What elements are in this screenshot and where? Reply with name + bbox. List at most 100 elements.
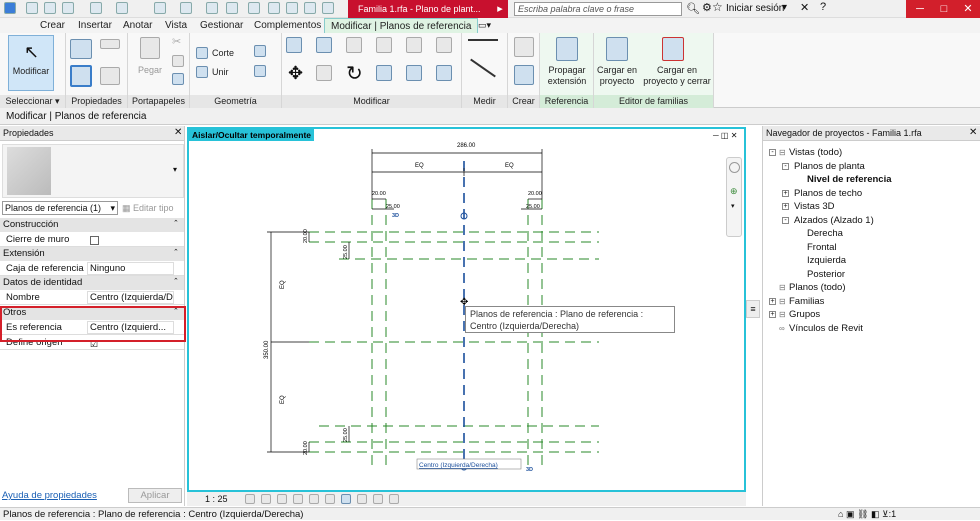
thin-lines-icon[interactable] bbox=[268, 2, 280, 14]
tab-anotar[interactable]: Anotar bbox=[123, 18, 152, 33]
type-preview[interactable]: ▾ bbox=[2, 144, 184, 198]
tab-modificar-planos[interactable]: Modificar | Planos de referencia bbox=[324, 18, 479, 33]
tree-item[interactable]: Grupos bbox=[789, 308, 820, 321]
exchange-icon[interactable]: ✕ bbox=[800, 1, 809, 14]
cut-geometry-icon[interactable] bbox=[196, 47, 208, 59]
split-icon[interactable] bbox=[406, 37, 422, 53]
detail-level-icon[interactable] bbox=[245, 494, 255, 504]
load-into-project-icon[interactable] bbox=[606, 37, 628, 61]
tree-item[interactable]: Posterior bbox=[807, 268, 845, 281]
cut-icon[interactable]: ✂ bbox=[172, 35, 181, 48]
edit-type-button[interactable]: ▦ Editar tipo bbox=[122, 201, 174, 215]
section-datos-identidad[interactable]: Datos de identidad bbox=[0, 276, 184, 290]
instance-filter-select[interactable]: Planos de referencia (1) ▾ bbox=[2, 201, 118, 215]
tree-expander-icon[interactable]: + bbox=[782, 189, 789, 197]
properties-icon[interactable] bbox=[70, 39, 92, 59]
properties-close-icon[interactable]: ✕ bbox=[174, 127, 182, 138]
zoom-dropdown-icon[interactable]: ▾ bbox=[731, 202, 735, 210]
analytical-model-icon[interactable] bbox=[373, 494, 383, 504]
tree-item[interactable]: Planos de planta bbox=[794, 160, 865, 173]
splitter-grip-icon[interactable]: ≡ bbox=[746, 300, 760, 318]
type-properties-icon[interactable] bbox=[100, 39, 120, 49]
aligned-dimension-icon[interactable] bbox=[470, 58, 496, 78]
family-types-icon[interactable] bbox=[100, 67, 120, 85]
tab-insertar[interactable]: Insertar bbox=[78, 18, 112, 33]
type-dropdown-icon[interactable]: ▾ bbox=[173, 165, 177, 174]
help-icon[interactable]: ? bbox=[820, 1, 826, 13]
offset-icon[interactable] bbox=[316, 37, 332, 53]
temporary-hide-icon[interactable] bbox=[341, 494, 351, 504]
save-icon[interactable] bbox=[44, 2, 56, 14]
copy-icon[interactable] bbox=[172, 55, 184, 67]
redo-icon[interactable] bbox=[116, 2, 128, 14]
3d-view-icon[interactable] bbox=[226, 2, 238, 14]
tree-item[interactable]: Alzados (Alzado 1) bbox=[794, 214, 874, 227]
trim-icon[interactable] bbox=[376, 65, 392, 81]
ribbon-minimize-icon[interactable]: ▭▾ bbox=[478, 20, 491, 31]
tab-complementos[interactable]: Complementos bbox=[254, 18, 321, 33]
app-menu-icon[interactable] bbox=[4, 2, 16, 14]
zoom-icon[interactable]: ⊕ bbox=[730, 186, 738, 197]
show-crop-icon[interactable] bbox=[325, 494, 335, 504]
split-gap-icon[interactable] bbox=[436, 37, 452, 53]
properties-help-link[interactable]: Ayuda de propiedades bbox=[2, 490, 97, 501]
constraints-icon[interactable] bbox=[389, 494, 399, 504]
crop-view-icon[interactable] bbox=[309, 494, 319, 504]
load-and-close-icon[interactable] bbox=[662, 37, 684, 61]
propagate-extents-label[interactable]: Propagar extensión bbox=[540, 65, 594, 87]
tree-item[interactable]: Derecha bbox=[807, 227, 843, 240]
section-construccion[interactable]: Construcción bbox=[0, 218, 184, 232]
select-dropdown[interactable]: Seleccionar ▾ bbox=[0, 95, 65, 108]
collapse-icon[interactable]: ⌃ bbox=[173, 277, 179, 285]
join-geometry-icon[interactable] bbox=[196, 66, 208, 78]
navigation-bar[interactable]: ⊕ ▾ bbox=[726, 157, 742, 237]
search-icon[interactable]: 🔍︎ bbox=[686, 2, 700, 15]
tree-item[interactable]: Vínculos de Revit bbox=[789, 322, 863, 335]
tree-item[interactable]: Planos (todo) bbox=[789, 281, 846, 294]
section-extension[interactable]: Extensión bbox=[0, 247, 184, 261]
sign-in-button[interactable]: Iniciar sesión bbox=[726, 2, 784, 16]
mirror-axis-icon[interactable] bbox=[346, 37, 362, 53]
align-icon[interactable] bbox=[286, 37, 302, 53]
reveal-hidden-icon[interactable] bbox=[357, 494, 367, 504]
paste-icon[interactable] bbox=[140, 37, 160, 59]
tree-expander-icon[interactable]: + bbox=[769, 297, 776, 305]
steering-wheel-icon[interactable] bbox=[729, 162, 740, 173]
tree-item[interactable]: Planos de techo bbox=[794, 187, 862, 200]
match-type-icon[interactable] bbox=[172, 73, 184, 85]
worksets-icon[interactable]: ⌂ bbox=[838, 509, 843, 519]
search-input[interactable]: Escriba palabra clave o frase bbox=[514, 2, 682, 16]
create-similar-icon[interactable] bbox=[514, 37, 534, 57]
copy-element-icon[interactable] bbox=[316, 65, 332, 81]
open-icon[interactable] bbox=[26, 2, 38, 14]
tree-item[interactable]: Nivel de referencia bbox=[807, 173, 892, 186]
tab-vista[interactable]: Vista bbox=[165, 18, 187, 33]
collapse-icon[interactable]: ⌃ bbox=[173, 248, 179, 256]
dimension-icon[interactable] bbox=[180, 2, 192, 14]
view-scale[interactable]: 1 : 25 bbox=[205, 492, 228, 506]
filter-icon[interactable]: ⊻ bbox=[882, 509, 889, 519]
view-restore-icon[interactable]: ◫ bbox=[721, 131, 729, 140]
measure-icon[interactable] bbox=[154, 2, 166, 14]
rotate-icon[interactable]: ↻ bbox=[346, 61, 363, 86]
tree-expander-icon[interactable]: + bbox=[769, 311, 776, 318]
array-icon[interactable] bbox=[406, 65, 422, 81]
measure-distance-icon[interactable] bbox=[468, 39, 498, 41]
tree-item[interactable]: Izquierda bbox=[807, 254, 846, 267]
tab-crear[interactable]: Crear bbox=[40, 18, 65, 33]
apply-button[interactable]: Aplicar bbox=[128, 488, 182, 503]
close-icon[interactable]: ✕ bbox=[954, 0, 980, 18]
shadows-icon[interactable] bbox=[293, 494, 303, 504]
close-views-icon[interactable] bbox=[286, 2, 298, 14]
name-value[interactable]: Centro (Izquierda/Derecha) bbox=[87, 291, 174, 304]
load-into-project-label[interactable]: Cargar en proyecto bbox=[594, 65, 640, 87]
tree-expander-icon[interactable]: + bbox=[782, 203, 789, 210]
browser-close-icon[interactable]: ✕ bbox=[969, 127, 977, 138]
customize-qat-icon[interactable] bbox=[322, 2, 334, 14]
switch-windows-icon[interactable] bbox=[304, 2, 316, 14]
collapse-icon[interactable]: ⌃ bbox=[173, 219, 179, 227]
paint-icon[interactable] bbox=[254, 65, 266, 77]
modify-button[interactable]: ↖ Modificar bbox=[8, 35, 54, 91]
scale-icon[interactable] bbox=[436, 65, 452, 81]
login-dropdown-icon[interactable]: ▾ bbox=[782, 2, 787, 13]
